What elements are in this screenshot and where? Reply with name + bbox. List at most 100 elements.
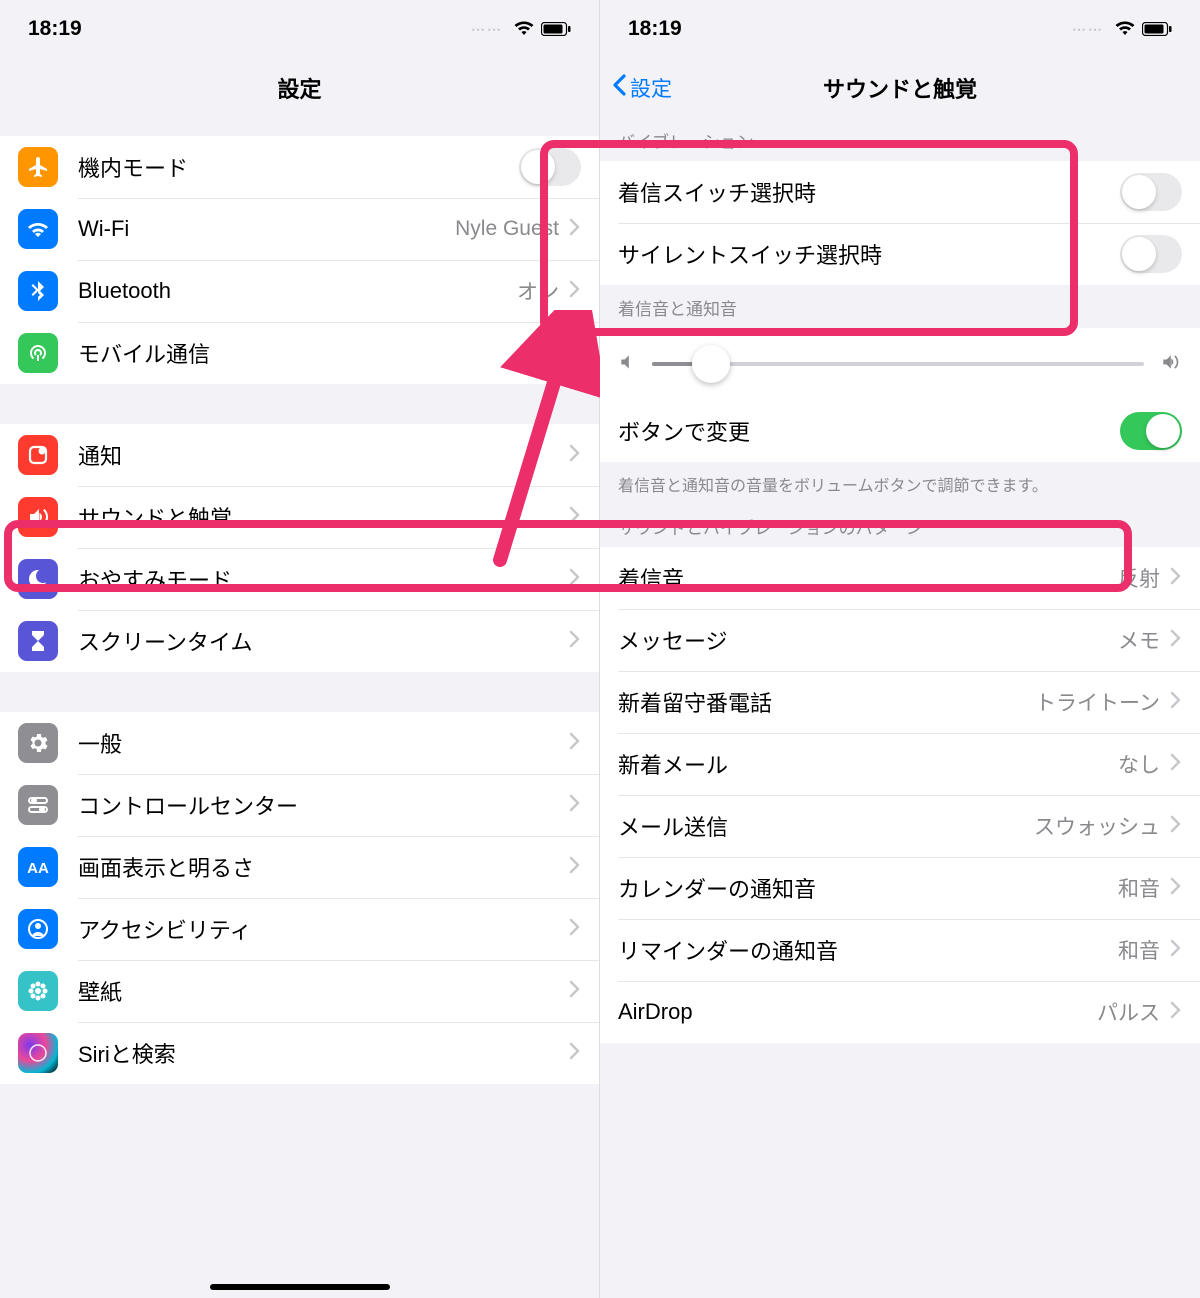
chevron-right-icon: [569, 280, 581, 303]
ring-switch-toggle[interactable]: [1120, 173, 1182, 211]
flower-icon: [18, 971, 58, 1011]
chevron-right-icon: [569, 342, 581, 365]
dnd-label: おやすみモード: [78, 563, 569, 595]
voicemail-value: トライトーン: [1035, 687, 1160, 717]
volume-slider[interactable]: [652, 362, 1144, 366]
button-change-label: ボタンで変更: [618, 415, 1120, 447]
back-button[interactable]: 設定: [612, 73, 672, 103]
row-airplane[interactable]: 機内モード: [0, 136, 599, 198]
general-label: 一般: [78, 727, 569, 759]
volume-high-icon: [1158, 352, 1182, 377]
reminder-value: 和音: [1118, 935, 1160, 965]
silent-switch-label: サイレントスイッチ選択時: [618, 238, 1120, 270]
siri-label: Siriと検索: [78, 1037, 569, 1069]
aa-icon: AA: [18, 847, 58, 887]
chevron-right-icon: [569, 732, 581, 755]
status-right: ⋯⋯: [1072, 21, 1172, 38]
newmail-value: なし: [1118, 749, 1160, 779]
sentmail-label: メール送信: [618, 810, 1034, 842]
antenna-icon: [18, 333, 58, 373]
row-notifications[interactable]: 通知: [0, 424, 599, 486]
airplane-toggle[interactable]: [519, 148, 581, 186]
chevron-right-icon: [569, 856, 581, 879]
row-sentmail[interactable]: メール送信スウォッシュ: [600, 795, 1200, 857]
status-bar: 18:19 ⋯⋯: [600, 0, 1200, 58]
status-time: 18:19: [28, 17, 82, 41]
wifi-icon: [1114, 21, 1136, 37]
button-change-toggle[interactable]: [1120, 412, 1182, 450]
row-wallpaper[interactable]: 壁紙: [0, 960, 599, 1022]
row-ringtone[interactable]: 着信音反射: [600, 547, 1200, 609]
sounds-list[interactable]: バイブレーション着信スイッチ選択時サイレントスイッチ選択時着信音と通知音ボタンで…: [600, 118, 1200, 1298]
wifi-value: Nyle Guest: [455, 217, 559, 241]
row-reminder[interactable]: リマインダーの通知音和音: [600, 919, 1200, 981]
row-bluetooth[interactable]: Bluetoothオン: [0, 260, 599, 322]
row-voicemail[interactable]: 新着留守番電話トライトーン: [600, 671, 1200, 733]
chevron-right-icon: [569, 630, 581, 653]
row-general[interactable]: 一般: [0, 712, 599, 774]
row-siri[interactable]: Siriと検索: [0, 1022, 599, 1084]
ringer-footer: 着信音と通知音の音量をボリュームボタンで調節できます。: [600, 462, 1200, 504]
chevron-right-icon: [569, 218, 581, 241]
wifi-label: Wi-Fi: [78, 216, 455, 242]
chevron-right-icon: [1170, 691, 1182, 714]
back-label: 設定: [630, 73, 672, 103]
calendar-label: カレンダーの通知音: [618, 872, 1118, 904]
row-screentime[interactable]: スクリーンタイム: [0, 610, 599, 672]
wifi-icon: [18, 209, 58, 249]
accessibility-label: アクセシビリティ: [78, 913, 569, 945]
vibration-header: バイブレーション: [600, 118, 1200, 161]
gear-icon: [18, 723, 58, 763]
notifications-label: 通知: [78, 439, 569, 471]
screentime-label: スクリーンタイム: [78, 625, 569, 657]
switches-icon: [18, 785, 58, 825]
cellular-label: モバイル通信: [78, 337, 569, 369]
voicemail-label: 新着留守番電話: [618, 686, 1035, 718]
row-sounds[interactable]: サウンドと触覚: [0, 486, 599, 548]
status-right: ⋯⋯: [471, 21, 571, 38]
row-wifi[interactable]: Wi-FiNyle Guest: [0, 198, 599, 260]
silent-switch-toggle[interactable]: [1120, 235, 1182, 273]
nav-bar: 設定 サウンドと触覚: [600, 58, 1200, 118]
row-text[interactable]: メッセージメモ: [600, 609, 1200, 671]
chevron-right-icon: [1170, 629, 1182, 652]
nav-bar: 設定: [0, 58, 599, 118]
battery-icon: [1142, 22, 1172, 36]
row-accessibility[interactable]: アクセシビリティ: [0, 898, 599, 960]
chevron-right-icon: [1170, 877, 1182, 900]
display-label: 画面表示と明るさ: [78, 851, 569, 883]
sentmail-value: スウォッシュ: [1034, 811, 1160, 841]
chevron-right-icon: [1170, 567, 1182, 590]
cellular-dots-icon: ⋯⋯: [1072, 21, 1104, 38]
chevron-right-icon: [569, 980, 581, 1003]
ringtone-value: 反射: [1118, 563, 1160, 593]
bluetooth-label: Bluetooth: [78, 278, 517, 304]
row-airdrop[interactable]: AirDropパルス: [600, 981, 1200, 1043]
status-time: 18:19: [628, 17, 682, 41]
row-display[interactable]: AA 画面表示と明るさ: [0, 836, 599, 898]
row-calendar[interactable]: カレンダーの通知音和音: [600, 857, 1200, 919]
chevron-right-icon: [1170, 939, 1182, 962]
home-indicator[interactable]: [210, 1284, 390, 1290]
settings-list[interactable]: 機内モードWi-FiNyle GuestBluetoothオンモバイル通信通知サ…: [0, 118, 599, 1298]
chevron-right-icon: [1170, 815, 1182, 838]
chevron-right-icon: [569, 1042, 581, 1065]
chevron-right-icon: [1170, 1001, 1182, 1024]
calendar-value: 和音: [1118, 873, 1160, 903]
volume-low-icon: [618, 352, 638, 377]
battery-icon: [541, 22, 571, 36]
row-dnd[interactable]: おやすみモード: [0, 548, 599, 610]
patterns-header: サウンドとバイブレーションのパターン: [600, 504, 1200, 547]
cellular-dots-icon: ⋯⋯: [471, 21, 503, 38]
row-cellular[interactable]: モバイル通信: [0, 322, 599, 384]
row-newmail[interactable]: 新着メールなし: [600, 733, 1200, 795]
row-control[interactable]: コントロールセンター: [0, 774, 599, 836]
ringer-header: 着信音と通知音: [600, 285, 1200, 328]
sounds-label: サウンドと触覚: [78, 501, 569, 533]
row-silent-switch[interactable]: サイレントスイッチ選択時: [600, 223, 1200, 285]
airdrop-label: AirDrop: [618, 999, 1097, 1025]
row-button-change[interactable]: ボタンで変更: [600, 400, 1200, 462]
row-ring-switch[interactable]: 着信スイッチ選択時: [600, 161, 1200, 223]
ringtone-label: 着信音: [618, 562, 1118, 594]
volume-slider-row: [600, 328, 1200, 400]
